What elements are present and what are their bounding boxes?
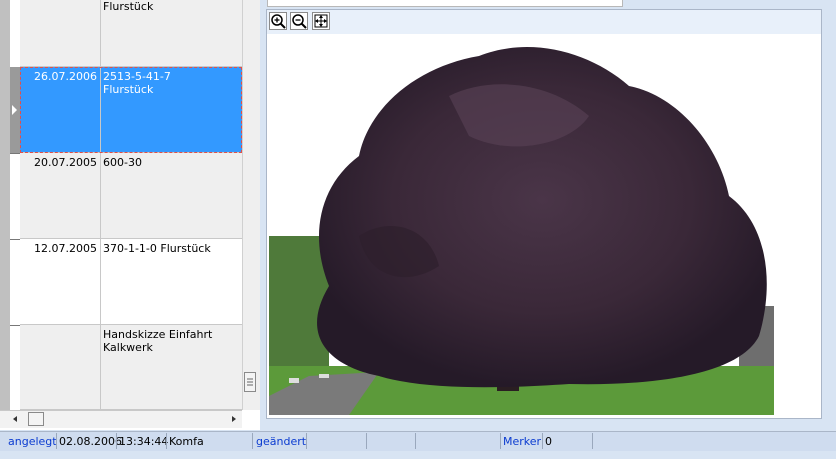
grid-outer-strip xyxy=(0,0,10,410)
status-separator xyxy=(166,433,167,449)
status-separator xyxy=(542,433,543,449)
row-header-selected[interactable] xyxy=(10,67,20,153)
status-separator xyxy=(306,433,307,449)
fit-to-window-button[interactable] xyxy=(312,12,330,30)
image-toolbar xyxy=(267,10,821,34)
table-row-desc[interactable]: Handskizze Einfahrt Kalkwerk xyxy=(101,325,242,410)
status-separator xyxy=(415,433,416,449)
created-label: angelegt xyxy=(8,435,57,448)
description-field[interactable] xyxy=(267,0,623,7)
grip-icon xyxy=(247,378,253,386)
status-separator xyxy=(56,433,57,449)
row-date-text: 20.07.2005 xyxy=(34,156,97,169)
table-row-date-selected[interactable]: 26.07.2006 xyxy=(20,67,101,153)
table-row-desc[interactable]: Flurstück xyxy=(101,0,242,67)
created-date: 02.08.2006 xyxy=(59,435,122,448)
status-separator xyxy=(252,433,253,449)
tree-photo xyxy=(269,36,774,415)
table-row-date[interactable] xyxy=(20,0,101,67)
table-row-desc-selected[interactable]: 2513-5-41-7 Flurstück xyxy=(101,67,242,153)
row-divider xyxy=(10,325,20,326)
row-desc-text: 600-30 xyxy=(103,156,142,169)
row-pointer-icon xyxy=(12,105,17,115)
row-divider xyxy=(10,239,20,240)
table-row-desc[interactable]: 600-30 xyxy=(101,153,242,239)
vertical-scrollbar[interactable] xyxy=(242,0,260,410)
row-desc-text: 370-1-1-0 Flurstück xyxy=(103,242,211,255)
vertical-scroll-thumb[interactable] xyxy=(244,372,256,392)
zoom-out-button[interactable] xyxy=(290,12,308,30)
status-separator xyxy=(592,433,593,449)
row-divider xyxy=(10,153,20,154)
table-row-desc[interactable]: 370-1-1-0 Flurstück xyxy=(101,239,242,325)
changed-label: geändert xyxy=(256,435,307,448)
created-user: Komfa xyxy=(169,435,204,448)
created-time: 13:34:44 xyxy=(119,435,169,448)
marker-value: 0 xyxy=(545,435,552,448)
table-row-date[interactable]: 12.07.2005 xyxy=(20,239,101,325)
horizontal-scroll-thumb[interactable] xyxy=(28,412,44,426)
marker-label: Merker xyxy=(503,435,542,448)
scroll-right-arrow-icon[interactable] xyxy=(229,413,239,428)
row-desc-text: 2513-5-41-7 Flurstück xyxy=(103,70,171,96)
row-date-text: 12.07.2005 xyxy=(34,242,97,255)
zoom-in-icon xyxy=(271,14,286,29)
table-row-date[interactable]: 20.07.2005 xyxy=(20,153,101,239)
status-separator xyxy=(116,433,117,449)
status-separator xyxy=(500,433,501,449)
status-separator xyxy=(366,433,367,449)
zoom-in-button[interactable] xyxy=(269,12,287,30)
row-desc-text: Flurstück xyxy=(103,0,154,13)
row-desc-text: Handskizze Einfahrt Kalkwerk xyxy=(103,328,213,354)
row-date-text: 26.07.2006 xyxy=(34,70,97,83)
zoom-out-icon xyxy=(292,14,307,29)
table-row-date[interactable] xyxy=(20,325,101,410)
scroll-left-arrow-icon[interactable] xyxy=(10,413,20,428)
fit-to-window-icon xyxy=(314,14,328,28)
